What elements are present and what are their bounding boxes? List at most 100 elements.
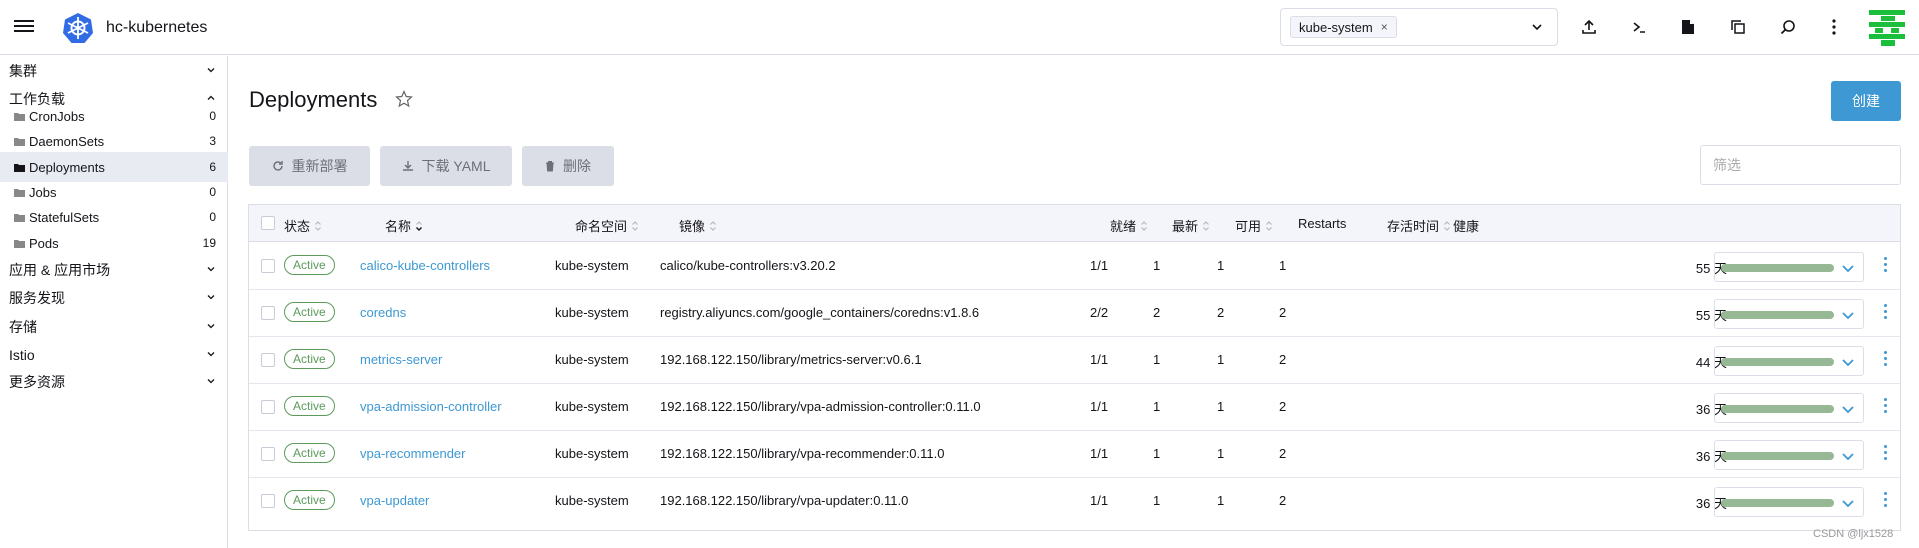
- deployment-name-link[interactable]: vpa-updater: [360, 493, 429, 508]
- image-cell: 192.168.122.150/library/vpa-admission-co…: [660, 399, 981, 414]
- column-header-restarts[interactable]: Restarts: [1298, 216, 1346, 231]
- row-checkbox[interactable]: [261, 306, 275, 320]
- file-icon[interactable]: [1677, 16, 1699, 38]
- sidebar-group-apps[interactable]: 应用 & 应用市场: [0, 255, 228, 285]
- uptodate-cell: 1: [1153, 258, 1161, 273]
- watermark: CSDN @ljx1528: [1813, 528, 1894, 540]
- namespace-chip: kube-system ×: [1290, 16, 1397, 38]
- chevron-down-icon: [207, 379, 215, 384]
- health-dropdown[interactable]: [1714, 252, 1864, 282]
- deployment-name-link[interactable]: vpa-recommender: [360, 446, 466, 461]
- ready-cell: 1/1: [1090, 446, 1109, 461]
- health-bar: [1721, 264, 1834, 272]
- cluster-name[interactable]: hc-kubernetes: [106, 19, 207, 37]
- uptodate-cell: 1: [1153, 493, 1161, 508]
- namespace-cell: kube-system: [555, 258, 629, 273]
- chevron-down-icon: [1842, 500, 1854, 508]
- upload-icon[interactable]: [1578, 16, 1600, 38]
- deployment-name-link[interactable]: vpa-admission-controller: [360, 399, 502, 414]
- health-dropdown[interactable]: [1714, 393, 1864, 423]
- more-vertical-icon[interactable]: [1823, 16, 1845, 38]
- column-label: Restarts: [1298, 216, 1347, 231]
- image-cell: 192.168.122.150/library/vpa-recommender:…: [660, 446, 945, 461]
- more-vertical-icon[interactable]: [1882, 492, 1888, 510]
- sidebar-item-pods[interactable]: Pods 19: [0, 228, 228, 258]
- health-dropdown[interactable]: [1714, 346, 1864, 376]
- column-header-name[interactable]: 名称: [385, 216, 423, 235]
- chevron-down-icon: [207, 352, 215, 357]
- sort-icon: [1141, 220, 1147, 231]
- sidebar-item-label: Jobs: [29, 184, 57, 200]
- more-vertical-icon[interactable]: [1882, 257, 1888, 275]
- chevron-down-icon: [1532, 24, 1542, 31]
- namespace-cell: kube-system: [555, 446, 629, 461]
- deployment-name-link[interactable]: coredns: [360, 305, 406, 320]
- sidebar-group-storage[interactable]: 存储: [0, 312, 228, 342]
- sidebar-group-label: 应用 & 应用市场: [9, 262, 111, 278]
- image-cell: 192.168.122.150/library/vpa-updater:0.11…: [660, 493, 909, 508]
- create-button[interactable]: 创建: [1831, 81, 1901, 121]
- column-label: 存活时间: [1387, 219, 1440, 234]
- row-checkbox[interactable]: [261, 400, 275, 414]
- copy-icon[interactable]: [1727, 16, 1749, 38]
- redeploy-button[interactable]: 重新部署: [249, 146, 370, 186]
- health-bar: [1721, 499, 1834, 507]
- menu-icon[interactable]: [14, 17, 34, 37]
- status-badge: Active: [284, 443, 335, 463]
- column-header-state[interactable]: 状态: [284, 216, 322, 235]
- more-vertical-icon[interactable]: [1882, 398, 1888, 416]
- sidebar-item-label: CronJobs: [29, 108, 85, 124]
- select-all-checkbox[interactable]: [261, 216, 275, 230]
- image-cell: calico/kube-controllers:v3.20.2: [660, 258, 836, 273]
- status-badge: Active: [284, 490, 335, 510]
- health-dropdown[interactable]: [1714, 299, 1864, 329]
- folder-icon: [14, 163, 25, 172]
- filter-input[interactable]: [1700, 145, 1901, 185]
- page-title: Deployments: [249, 87, 378, 112]
- user-avatar[interactable]: [1869, 10, 1905, 46]
- sidebar-group-label: Istio: [9, 347, 35, 363]
- sidebar-group-cluster[interactable]: 集群: [0, 56, 228, 86]
- row-checkbox[interactable]: [261, 447, 275, 461]
- terminal-icon[interactable]: [1628, 16, 1650, 38]
- available-cell: 1: [1217, 399, 1225, 414]
- sidebar-group-istio[interactable]: Istio: [0, 340, 228, 370]
- download-yaml-button[interactable]: 下载 YAML: [380, 146, 512, 186]
- sort-icon: [710, 220, 716, 231]
- available-cell: 1: [1217, 446, 1225, 461]
- row-checkbox[interactable]: [261, 494, 275, 508]
- column-header-available[interactable]: 可用: [1235, 216, 1273, 235]
- health-dropdown[interactable]: [1714, 440, 1864, 470]
- search-icon[interactable]: [1777, 16, 1799, 38]
- sidebar-group-service-discovery[interactable]: 服务发现: [0, 283, 228, 313]
- deployment-name-link[interactable]: calico-kube-controllers: [360, 258, 490, 273]
- more-vertical-icon[interactable]: [1882, 445, 1888, 463]
- table-row: Active metrics-server kube-system 192.168.1…: [249, 337, 1900, 384]
- folder-icon: [14, 188, 25, 197]
- row-checkbox[interactable]: [261, 353, 275, 367]
- restarts-cell: 2: [1279, 399, 1287, 414]
- status-badge: Active: [284, 255, 335, 275]
- restarts-cell: 2: [1279, 305, 1287, 320]
- more-vertical-icon[interactable]: [1882, 351, 1888, 369]
- sort-icon: [1444, 220, 1450, 231]
- health-bar: [1721, 452, 1834, 460]
- health-dropdown[interactable]: [1714, 487, 1864, 517]
- download-icon: [402, 161, 413, 171]
- column-header-uptodate[interactable]: 最新: [1172, 216, 1210, 235]
- delete-button[interactable]: 删除: [522, 146, 614, 186]
- column-header-image[interactable]: 镜像: [679, 216, 717, 235]
- close-icon[interactable]: ×: [1381, 20, 1388, 34]
- status-badge: Active: [284, 396, 335, 416]
- column-header-age[interactable]: 存活时间: [1387, 216, 1451, 235]
- more-vertical-icon[interactable]: [1882, 304, 1888, 322]
- chevron-down-icon: [207, 68, 215, 73]
- namespace-select[interactable]: kube-system ×: [1280, 8, 1558, 46]
- row-checkbox[interactable]: [261, 259, 275, 273]
- namespace-cell: kube-system: [555, 399, 629, 414]
- column-header-namespace[interactable]: 命名空间: [575, 216, 639, 235]
- star-icon[interactable]: [395, 90, 413, 108]
- sidebar-group-more-resources[interactable]: 更多资源: [0, 367, 228, 397]
- deployment-name-link[interactable]: metrics-server: [360, 352, 442, 367]
- column-header-ready[interactable]: 就绪: [1110, 216, 1148, 235]
